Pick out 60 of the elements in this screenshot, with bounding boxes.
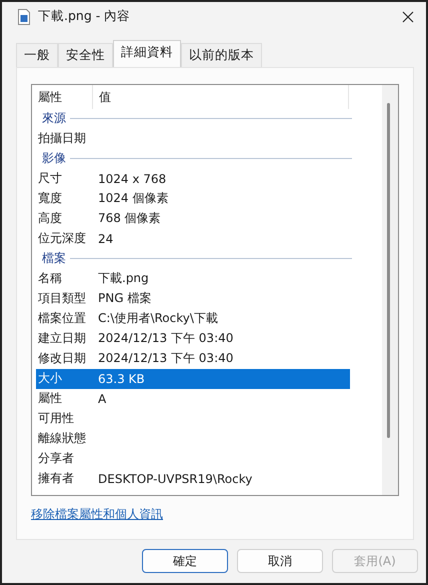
property-value: C:\使用者\Rocky\下載	[97, 310, 218, 328]
column-header[interactable]: 屬性	[36, 84, 93, 109]
property-row[interactable]: 寬度 1024 個像素	[36, 188, 350, 209]
group-header: 來源	[42, 110, 66, 128]
property-value: 1024 個像素	[97, 190, 168, 208]
property-row[interactable]: 位元深度 24	[36, 228, 350, 249]
close-icon[interactable]	[402, 10, 414, 23]
property-row[interactable]: 高度 768 個像素	[36, 208, 350, 229]
group-header: 檔案	[42, 250, 66, 268]
group-header: 影像	[42, 150, 66, 168]
property-value: 2024/12/13 下午 03:40	[97, 330, 234, 348]
property-value: 2024/12/13 下午 03:40	[97, 350, 234, 368]
property-value: DESKTOP-UVPSR19\Rocky	[97, 472, 252, 486]
property-name: 分享者	[37, 450, 75, 468]
tab[interactable]: 一般	[16, 42, 58, 67]
dialog-button[interactable]: 確定	[142, 549, 228, 574]
property-name: 寬度	[37, 190, 63, 208]
column-header[interactable]: 值	[93, 84, 111, 109]
property-value: 63.3 KB	[97, 372, 145, 386]
property-value: 768 個像素	[97, 210, 161, 228]
property-name: 尺寸	[37, 170, 63, 188]
remove-properties-link[interactable]: 移除檔案屬性和個人資訊	[31, 506, 163, 523]
property-name: 高度	[37, 210, 63, 228]
property-name: 離線狀態	[37, 430, 87, 448]
property-value: 24	[97, 232, 114, 246]
property-row[interactable]: 可用性	[36, 408, 350, 429]
property-row[interactable]: 拍攝日期	[36, 128, 350, 149]
property-name: 項目類型	[37, 290, 87, 308]
dialog-button[interactable]: 取消	[237, 549, 323, 574]
property-name: 建立日期	[37, 330, 87, 348]
property-name: 可用性	[37, 410, 75, 428]
property-value: PNG 檔案	[97, 290, 152, 308]
property-row[interactable]: 分享者	[36, 448, 350, 469]
property-name: 檔案位置	[37, 310, 87, 328]
property-name: 大小	[37, 370, 63, 388]
property-name: 屬性	[37, 390, 63, 408]
tab[interactable]: 以前的版本	[181, 42, 262, 67]
property-row[interactable]: 檔案位置 C:\使用者\Rocky\下載	[36, 308, 350, 329]
file-icon	[18, 8, 30, 25]
property-name: 修改日期	[37, 350, 87, 368]
tab[interactable]: 詳細資料	[113, 40, 181, 67]
property-name: 名稱	[37, 270, 63, 288]
property-row[interactable]: 屬性 A	[36, 388, 350, 409]
property-value: 1024 x 768	[97, 172, 166, 186]
property-name: 擁有者	[37, 470, 75, 488]
scrollbar[interactable]	[382, 84, 398, 495]
tab[interactable]: 安全性	[58, 42, 113, 67]
property-row[interactable]: 尺寸 1024 x 768	[36, 168, 350, 189]
property-row[interactable]: 建立日期 2024/12/13 下午 03:40	[36, 328, 350, 349]
window-title: 下載.png - 內容	[38, 8, 132, 26]
property-row[interactable]: 項目類型 PNG 檔案	[36, 288, 350, 309]
property-name: 位元深度	[37, 230, 87, 248]
property-row[interactable]: 修改日期 2024/12/13 下午 03:40	[36, 348, 350, 369]
property-value: A	[97, 392, 106, 406]
property-row[interactable]: 名稱 下載.png	[36, 268, 350, 289]
property-row[interactable]: 擁有者 DESKTOP-UVPSR19\Rocky	[36, 468, 350, 489]
property-name: 拍攝日期	[37, 130, 87, 148]
property-row[interactable]: 大小 63.3 KB	[36, 368, 350, 389]
property-row[interactable]: 離線狀態	[36, 428, 350, 449]
property-value: 下載.png	[97, 270, 149, 288]
